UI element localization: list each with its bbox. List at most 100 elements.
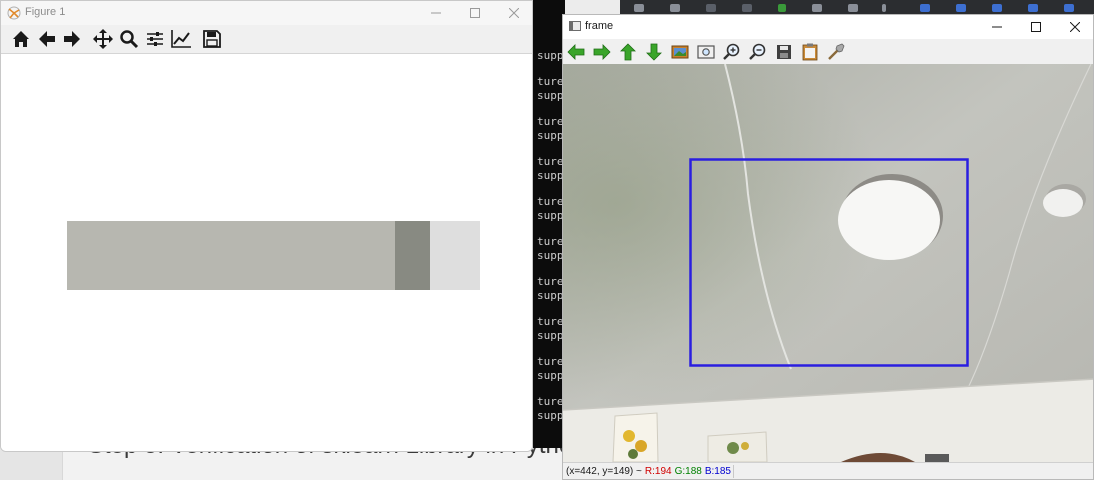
zoom-in-button[interactable]	[722, 42, 742, 62]
zoom-button[interactable]	[118, 28, 140, 50]
zoom-out-icon	[749, 43, 766, 60]
zoom-in-icon	[723, 43, 740, 60]
terminal-line: tureW	[537, 75, 565, 88]
minimize-icon	[431, 12, 441, 14]
save-image-icon	[777, 45, 791, 59]
pan-left-icon	[567, 44, 585, 60]
frame-minimize-button[interactable]	[978, 15, 1016, 39]
terminal-line: supp	[537, 129, 564, 142]
ide-step-out-icon[interactable]	[1028, 4, 1038, 12]
terminal-line: supp	[537, 89, 564, 102]
pan-left-button[interactable]	[566, 42, 586, 62]
terminal-output: supp tureW supp tureW supp tureW supp tu…	[533, 0, 565, 448]
close-icon	[1070, 22, 1080, 32]
terminal-line: tureW	[537, 395, 565, 408]
terminal-line: tureW	[537, 155, 565, 168]
matplotlib-icon	[7, 6, 21, 20]
fit-image-icon	[671, 45, 689, 59]
pan-icon	[93, 29, 113, 49]
ide-file-icon[interactable]	[634, 4, 644, 12]
camera-image	[563, 64, 1093, 462]
terminal-line: supp	[537, 169, 564, 182]
forward-button[interactable]	[61, 28, 83, 50]
pan-up-button[interactable]	[618, 42, 638, 62]
terminal-line: supp	[537, 409, 564, 422]
ide-cursor-icon[interactable]	[882, 4, 886, 12]
green-value: G:188	[674, 466, 702, 477]
figure-canvas[interactable]	[1, 54, 532, 451]
back-button[interactable]	[36, 28, 58, 50]
pan-down-icon	[646, 43, 662, 61]
copy-clipboard-icon	[802, 43, 818, 61]
zoom-out-button[interactable]	[748, 42, 768, 62]
maximize-icon	[470, 8, 480, 18]
edit-axis-button[interactable]	[170, 28, 192, 50]
ide-save-icon[interactable]	[706, 4, 716, 12]
frame-title: frame	[585, 20, 614, 32]
camera-frame[interactable]	[563, 64, 1093, 462]
terminal-line: supp	[537, 289, 564, 302]
pan-down-button[interactable]	[644, 42, 664, 62]
save-image-button[interactable]	[774, 42, 794, 62]
zoom-icon	[120, 30, 139, 49]
terminal-line: supp	[537, 209, 564, 222]
frame-toolbar	[563, 39, 1093, 64]
red-value: R:194	[644, 466, 672, 477]
home-button[interactable]	[10, 28, 32, 50]
save-icon	[203, 30, 221, 48]
maximize-button[interactable]	[456, 1, 494, 25]
ide-debug-icon[interactable]	[920, 4, 930, 12]
ide-open-icon[interactable]	[670, 4, 680, 12]
minimize-icon	[992, 26, 1002, 28]
window-icon	[569, 21, 581, 31]
blue-value: B:185	[704, 466, 731, 477]
properties-icon	[828, 43, 845, 60]
status-bar: (x=442, y=149) ~ R:194 G:188 B:185	[563, 462, 1093, 479]
pan-button[interactable]	[92, 28, 114, 50]
pan-right-button[interactable]	[592, 42, 612, 62]
ide-window-icon[interactable]	[812, 4, 822, 12]
save-figure-button[interactable]	[201, 28, 223, 50]
ide-step-into-icon[interactable]	[992, 4, 1002, 12]
frame-maximize-button[interactable]	[1017, 15, 1055, 39]
frame-title-bar[interactable]: frame	[563, 15, 1093, 39]
ide-save-all-icon[interactable]	[742, 4, 752, 12]
cursor-coordinates: (x=442, y=149) ~	[566, 466, 642, 477]
pan-right-icon	[593, 44, 611, 60]
zoom-region-icon	[697, 45, 715, 59]
back-arrow-icon	[39, 31, 55, 47]
terminal-line: tureW	[537, 275, 565, 288]
pan-up-icon	[620, 43, 636, 61]
terminal-line: supp	[537, 249, 564, 262]
ide-run-icon[interactable]	[778, 4, 786, 12]
close-button[interactable]	[495, 1, 532, 25]
figure-title: Figure 1	[25, 6, 66, 18]
terminal-line: supp	[537, 49, 564, 62]
terminal-line: supp	[537, 369, 564, 382]
maximize-icon	[1031, 22, 1041, 32]
terminal-line: tureW	[537, 115, 565, 128]
minimize-button[interactable]	[417, 1, 455, 25]
ide-continue-icon[interactable]	[1064, 4, 1074, 12]
terminal-line: tureW	[537, 355, 565, 368]
ide-step-over-icon[interactable]	[956, 4, 966, 12]
fit-image-button[interactable]	[670, 42, 690, 62]
edit-axis-icon	[171, 30, 191, 48]
terminal-line: supp	[537, 329, 564, 342]
figure-title-bar[interactable]: Figure 1	[1, 1, 532, 25]
bar-segment-3	[430, 221, 480, 290]
configure-subplots-button[interactable]	[144, 28, 166, 50]
close-icon	[509, 8, 519, 18]
figure-window: Figure 1	[0, 0, 533, 452]
ide-maximize-icon[interactable]	[848, 4, 858, 12]
frame-close-button[interactable]	[1056, 15, 1093, 39]
home-icon	[13, 31, 29, 47]
zoom-region-button[interactable]	[696, 42, 716, 62]
forward-arrow-icon	[64, 31, 80, 47]
copy-clipboard-button[interactable]	[800, 42, 820, 62]
figure-toolbar	[1, 25, 532, 54]
pixel-readout: (x=442, y=149) ~ R:194 G:188 B:185	[564, 465, 734, 478]
properties-button[interactable]	[826, 42, 846, 62]
bar-segment-2	[395, 221, 430, 290]
frame-window: frame (x=442, y=149) ~ R:194 G:188 B:185	[562, 14, 1094, 480]
